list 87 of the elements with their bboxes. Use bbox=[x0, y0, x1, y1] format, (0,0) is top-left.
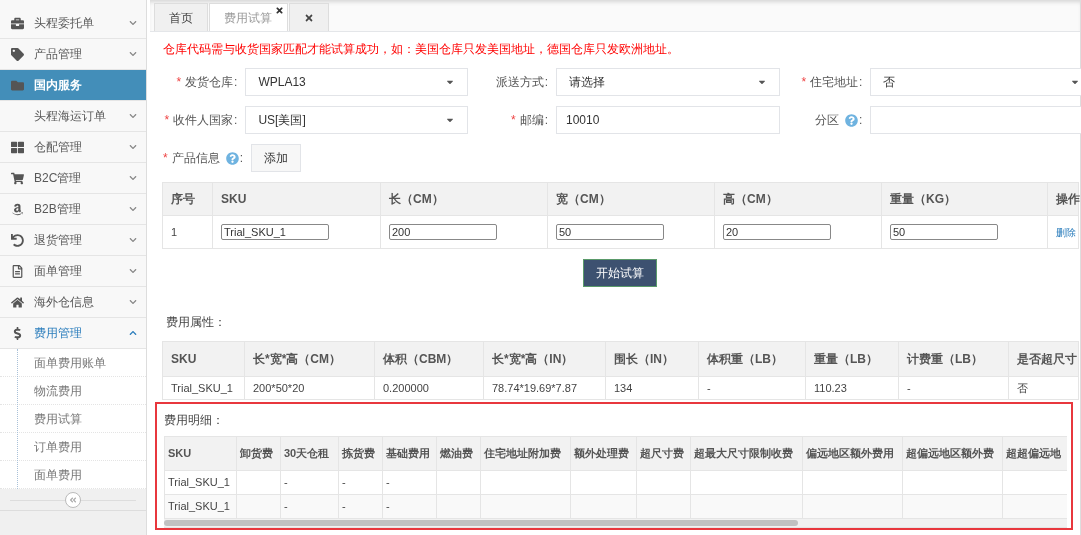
column-header: 宽（CM） bbox=[547, 182, 715, 216]
column-header: 超超偏远地 bbox=[1002, 436, 1067, 471]
table-cell: 110.23 bbox=[805, 376, 899, 400]
table-cell: - bbox=[338, 494, 383, 519]
start-calculation-button[interactable]: 开始试算 bbox=[583, 259, 657, 287]
select-field[interactable]: US[美国] bbox=[245, 106, 468, 134]
column-header: 基础费用 bbox=[382, 436, 437, 471]
select-field[interactable]: 请选择 bbox=[556, 68, 780, 96]
field-label: 产品信息 bbox=[171, 150, 220, 167]
column-header: 计费重（LB） bbox=[898, 341, 1009, 377]
table-cell: 200*50*20 bbox=[244, 376, 375, 400]
table-input[interactable]: 20 bbox=[723, 224, 831, 240]
column-header: 围长（IN） bbox=[605, 341, 699, 377]
column-header: 高（CM） bbox=[714, 182, 882, 216]
submenu-item[interactable]: 费用试算 bbox=[0, 405, 146, 433]
colon: : bbox=[859, 74, 863, 91]
column-header: SKU bbox=[162, 341, 245, 377]
section-title: 费用属性： bbox=[166, 314, 227, 331]
field-label: 收件人国家 bbox=[173, 112, 234, 129]
field-label: 发货仓库 bbox=[185, 74, 234, 91]
table-input[interactable]: 200 bbox=[389, 224, 497, 240]
add-button[interactable]: 添加 bbox=[251, 144, 301, 172]
colon: : bbox=[544, 74, 548, 91]
tab[interactable]: 首页 bbox=[154, 3, 208, 31]
table-cell: 否 bbox=[1008, 376, 1079, 400]
field-label: 分区 bbox=[815, 112, 840, 129]
submenu-item[interactable]: 面单费用账单 bbox=[0, 349, 146, 377]
table-cell: 0.200000 bbox=[374, 376, 484, 400]
column-header: 超偏远地区额外费 bbox=[902, 436, 1003, 471]
column-header: 体积（CBM） bbox=[374, 341, 484, 377]
colon: : bbox=[239, 150, 243, 167]
table-cell: - bbox=[382, 470, 437, 495]
column-header: 超尺寸费 bbox=[636, 436, 691, 471]
required-mark: * bbox=[511, 112, 516, 129]
notice-text: 仓库代码需与收货国家匹配才能试算成功，如：美国仓库只发美国地址，德国仓库只发欧洲地址。 bbox=[163, 41, 680, 58]
submenu-item[interactable]: 物流费用 bbox=[0, 377, 146, 405]
required-mark: * bbox=[801, 74, 807, 91]
column-header: 30天仓租 bbox=[280, 436, 339, 471]
column-header: 体积重（LB） bbox=[698, 341, 806, 377]
colon: : bbox=[859, 112, 863, 129]
field-label: 派送方式 bbox=[495, 74, 544, 91]
table-cell: - bbox=[280, 494, 339, 519]
column-header: 额外处理费 bbox=[570, 436, 637, 471]
column-header: 序号 bbox=[162, 182, 213, 216]
column-header: 住宅地址附加费 bbox=[480, 436, 571, 471]
table-input[interactable]: 50 bbox=[890, 224, 998, 240]
table-cell: 1 bbox=[162, 215, 213, 249]
sidebar-item[interactable]: 国内服务 bbox=[0, 70, 146, 101]
table-input[interactable]: Trial_SKU_1 bbox=[221, 224, 329, 240]
submenu-item[interactable]: 订单费用 bbox=[0, 433, 146, 461]
column-header: 重量（KG） bbox=[881, 182, 1048, 216]
column-header: 超最大尺寸限制收费 bbox=[690, 436, 803, 471]
table-cell: - bbox=[698, 376, 806, 400]
column-header: SKU bbox=[164, 436, 237, 471]
field-label: 邮编 bbox=[519, 112, 544, 129]
table-cell: Trial_SKU_1 bbox=[164, 470, 237, 495]
text-field[interactable]: 10010 bbox=[556, 106, 780, 134]
column-header: 燃油费 bbox=[436, 436, 481, 471]
table-cell: Trial_SKU_1 bbox=[162, 376, 245, 400]
column-header: 长*宽*高（IN） bbox=[483, 341, 606, 377]
column-header: 拣货费 bbox=[338, 436, 383, 471]
table-input[interactable]: 50 bbox=[556, 224, 664, 240]
column-header: 偏远地区额外费用 bbox=[802, 436, 903, 471]
colon: : bbox=[544, 112, 548, 129]
column-header: 是否超尺寸 bbox=[1008, 341, 1079, 377]
field-label: 住宅地址 bbox=[810, 74, 859, 91]
colon: : bbox=[234, 74, 238, 91]
section-title: 费用明细： bbox=[164, 412, 225, 429]
table-cell: - bbox=[338, 470, 383, 495]
select-field[interactable]: 否 bbox=[870, 68, 1081, 96]
table-cell: 78.74*19.69*7.87 bbox=[483, 376, 606, 400]
table-cell: Trial_SKU_1 bbox=[164, 494, 237, 519]
required-mark: * bbox=[163, 150, 168, 167]
column-header: SKU bbox=[212, 182, 381, 216]
table-cell: 134 bbox=[605, 376, 699, 400]
column-header: 操作 bbox=[1047, 182, 1079, 216]
column-header: 重量（LB） bbox=[805, 341, 899, 377]
select-field[interactable]: WPLA13 bbox=[245, 68, 468, 96]
required-mark: * bbox=[176, 74, 182, 91]
table-cell: - bbox=[382, 494, 437, 519]
table-cell: - bbox=[280, 470, 339, 495]
required-mark: * bbox=[164, 112, 170, 129]
column-header: 长*宽*高（CM） bbox=[244, 341, 375, 377]
colon: : bbox=[234, 112, 238, 129]
table-cell: - bbox=[898, 376, 1009, 400]
column-header: 卸货费 bbox=[236, 436, 281, 471]
column-header: 长（CM） bbox=[380, 182, 548, 216]
